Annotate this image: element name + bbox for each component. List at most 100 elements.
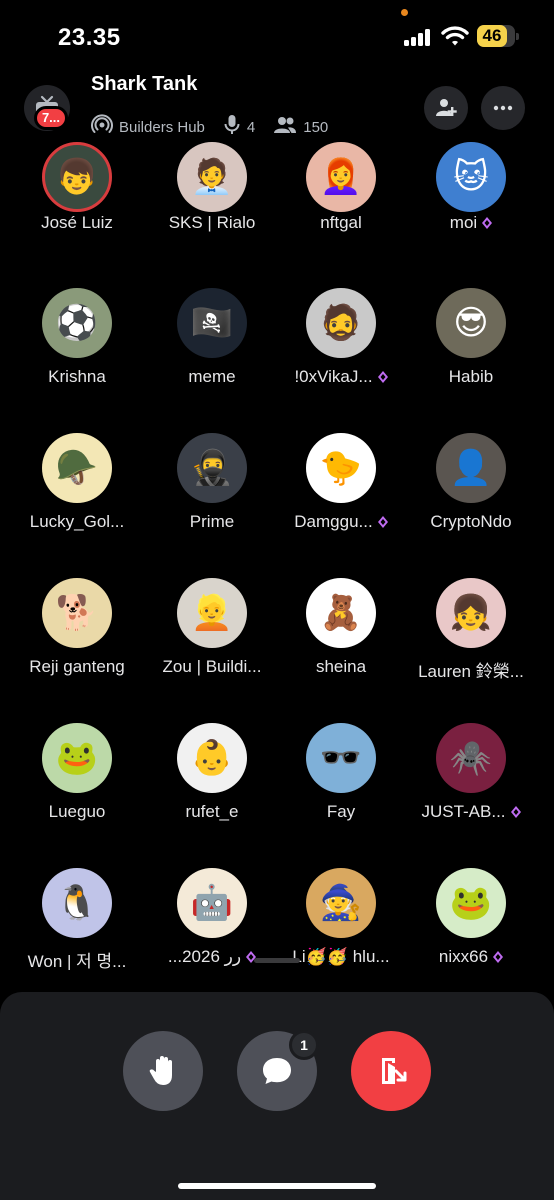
participant-avatar[interactable]: 👦 [42, 142, 112, 212]
participant-avatar[interactable]: 🧸 [306, 578, 376, 648]
participant-tile[interactable]: 👶 rufet_e [147, 723, 277, 843]
participant-tile[interactable]: 😎 Habib [406, 288, 536, 408]
participant-tile[interactable]: 🕷️ JUST-AB... [406, 723, 536, 843]
participant-name: meme [147, 367, 277, 387]
listeners-icon [273, 115, 297, 139]
participant-avatar[interactable]: 👱 [177, 578, 247, 648]
participant-name: Krishna [12, 367, 142, 387]
raise-hand-icon [149, 1056, 172, 1085]
participant-name-text: Krishna [48, 367, 106, 386]
participant-tile[interactable]: 👤 CryptoNdo [406, 433, 536, 553]
participant-avatar[interactable]: 🕶️ [306, 723, 376, 793]
participant-name: nftgal [276, 213, 406, 233]
participant-tile[interactable]: 👱 Zou | Buildi... [147, 578, 277, 698]
raise-hand-button[interactable] [123, 1031, 203, 1111]
participant-tile[interactable]: 🪖 Lucky_Gol... [12, 433, 142, 553]
participant-name-text: Prime [189, 512, 235, 531]
participant-tile[interactable]: 🏴‍☠️ meme [147, 288, 277, 408]
participant-name: Lauren 鈴榮... [406, 657, 536, 682]
participant-avatar[interactable]: 👤 [436, 433, 506, 503]
participant-tile[interactable]: 👧 Lauren 鈴榮... [406, 578, 536, 698]
participant-avatar[interactable]: 🐸 [436, 868, 506, 938]
participant-avatar[interactable]: 🐱 [436, 142, 506, 212]
stage-subtitle: Builders Hub 4 150 [91, 114, 329, 140]
participant-name-text: Won | 저 명... [27, 952, 127, 970]
participant-tile[interactable]: 🐤 Damggu... [276, 433, 406, 553]
participant-name: José Luiz [12, 213, 142, 233]
participant-avatar[interactable]: 😎 [436, 288, 506, 358]
participant-name-text: CryptoNdo [430, 512, 512, 531]
participant-avatar[interactable]: 🐕 [42, 578, 112, 648]
participant-avatar[interactable]: 🥷 [177, 433, 247, 503]
participant-name: moi [406, 213, 536, 233]
leave-stage-button[interactable] [351, 1031, 431, 1111]
participant-name-text: Lucky_Gol... [29, 512, 125, 531]
participant-name-text: Lueguo [48, 802, 106, 821]
participant-tile[interactable]: 🐱 moi [406, 135, 536, 255]
chat-bubble-icon [263, 1058, 291, 1084]
stage-channel-icon [91, 114, 113, 140]
participant-name-text: SKS | Rialo [168, 213, 256, 232]
participant-name-text: Li🥳🥳 hlu... [292, 947, 390, 966]
participant-avatar[interactable]: 🤖 [177, 868, 247, 938]
participant-name: Habib [406, 367, 536, 387]
participant-name-text: sheina [315, 657, 367, 676]
participant-tile[interactable]: ⚽ Krishna [12, 288, 142, 408]
stage-title: Shark Tank [91, 73, 198, 95]
participant-tile[interactable]: 🧑‍💼 SKS | Rialo [147, 135, 277, 255]
participant-name: Lucky_Gol... [12, 512, 142, 532]
participant-tile[interactable]: 🧸 sheina [276, 578, 406, 698]
chat-unread-badge: 1 [289, 1030, 319, 1060]
participant-name-text: !0xVikaJ... [294, 367, 373, 386]
participant-avatar[interactable]: ⚽ [42, 288, 112, 358]
participant-avatar[interactable]: 🐤 [306, 433, 376, 503]
participant-name: Zou | Buildi... [147, 657, 277, 677]
participant-name: Won | 저 명... [12, 947, 142, 970]
home-indicator [178, 1183, 376, 1189]
participant-avatar[interactable]: 🪖 [42, 433, 112, 503]
participant-tile[interactable]: 🕶️ Fay [276, 723, 406, 843]
participant-tile[interactable]: 🧙 Li🥳🥳 hlu... [276, 868, 406, 970]
participant-tile[interactable]: 🐸 Lueguo [12, 723, 142, 843]
participant-tile[interactable]: 🐸 nixx66 [406, 868, 536, 970]
participant-name: Reji ganteng [12, 657, 142, 677]
participant-tile[interactable]: 🤖 ...ﺭﺭ 2026 [147, 868, 277, 970]
ellipsis-icon [493, 105, 513, 111]
listener-count: 150 [303, 118, 329, 136]
participant-name-text: Zou | Buildi... [162, 657, 262, 676]
invite-button[interactable] [424, 86, 468, 130]
participant-name-text: meme [188, 367, 236, 386]
participant-avatar[interactable]: 🕷️ [436, 723, 506, 793]
participant-name: Prime [147, 512, 277, 532]
nitro-badge-icon [377, 516, 388, 528]
server-notification-badge: 7... [34, 106, 68, 130]
participant-name: JUST-AB... [406, 802, 536, 822]
participant-avatar[interactable]: 👩‍🦰 [306, 142, 376, 212]
participant-tile[interactable]: 🥷 Prime [147, 433, 277, 553]
participant-avatar[interactable]: 🧔 [306, 288, 376, 358]
participant-avatar[interactable]: 👶 [177, 723, 247, 793]
participant-name: CryptoNdo [406, 512, 536, 532]
participant-avatar[interactable]: 🐧 [42, 868, 112, 938]
participant-name-text: Fay [326, 802, 356, 821]
participant-name: SKS | Rialo [147, 213, 277, 233]
participant-name: Lueguo [12, 802, 142, 822]
participant-name-text: rufet_e [185, 802, 239, 821]
participant-name-text: Damggu... [294, 512, 373, 531]
participant-name-text: Habib [448, 367, 494, 386]
participant-tile[interactable]: 🧔 !0xVikaJ... [276, 288, 406, 408]
leave-door-icon [382, 1058, 407, 1084]
participant-avatar[interactable]: 🏴‍☠️ [177, 288, 247, 358]
participant-avatar[interactable]: 🐸 [42, 723, 112, 793]
participant-avatar[interactable]: 🧙 [306, 868, 376, 938]
nitro-badge-icon [482, 217, 493, 229]
more-options-button[interactable] [481, 86, 525, 130]
participant-tile[interactable]: 👩‍🦰 nftgal [276, 135, 406, 255]
participant-tile[interactable]: 🐕 Reji ganteng [12, 578, 142, 698]
participant-tile[interactable]: 🐧 Won | 저 명... [12, 868, 142, 970]
participant-avatar[interactable]: 🧑‍💼 [177, 142, 247, 212]
participant-grid: 👦 José Luiz 🧑‍💼 SKS | Rialo 👩‍🦰 nftgal 🐱 moi ⚽ Kr… [0, 0, 554, 970]
participant-tile[interactable]: 👦 José Luiz [12, 135, 142, 255]
server-name: Builders Hub [119, 118, 205, 136]
participant-avatar[interactable]: 👧 [436, 578, 506, 648]
